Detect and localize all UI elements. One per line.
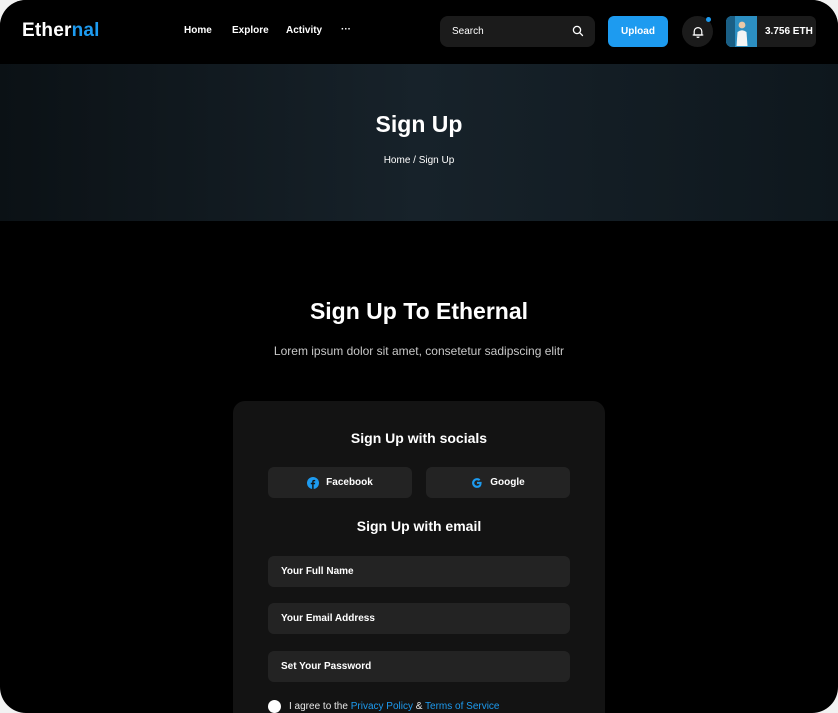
upload-button[interactable]: Upload [608,16,668,47]
hero-title: Sign Up [375,111,463,137]
agree-text: I agree to the Privacy Policy & Terms of… [289,701,500,712]
email-input[interactable] [281,612,551,625]
page-frame: Ethernal Home Explore Activity ··· Uploa… [0,0,838,713]
agree-checkbox[interactable] [268,699,281,713]
nav-home[interactable]: Home [184,25,212,36]
search-icon[interactable] [572,25,584,37]
wallet-button[interactable]: 3.756 ETH [726,16,816,47]
nav-explore[interactable]: Explore [232,25,269,36]
password-field [268,651,570,682]
search-box [440,16,595,47]
page-subtitle: Lorem ipsum dolor sit amet, consetetur s… [273,344,565,358]
bell-icon [692,26,703,38]
google-label: Google [490,477,525,488]
socials-heading: Sign Up with socials [350,430,488,446]
page-title: Sign Up To Ethernal [309,298,529,324]
agree-prefix: I agree to the [289,700,348,712]
google-icon [472,477,482,488]
ampersand: & [415,700,423,712]
page-hero: Sign Up Home / Sign Up [0,64,838,221]
breadcrumb[interactable]: Home / Sign Up [0,155,838,166]
nav-activity[interactable]: Activity [286,25,322,36]
search-input[interactable] [452,24,562,38]
signup-card: Sign Up with socials Facebook Google Sig… [233,401,605,713]
google-button[interactable]: Google [426,467,570,498]
avatar-image [726,16,757,47]
logo[interactable]: Ethernal [22,20,100,42]
logo-main: Ether [22,20,72,41]
email-field [268,603,570,634]
terms-agreement: I agree to the Privacy Policy & Terms of… [268,699,500,713]
wallet-balance: 3.756 ETH [765,26,813,37]
avatar [726,16,757,47]
facebook-icon [307,476,320,489]
logo-accent: nal [71,20,100,41]
facebook-button[interactable]: Facebook [268,467,412,498]
privacy-policy-link[interactable]: Privacy Policy [351,701,413,712]
password-input[interactable] [281,660,551,673]
full-name-field [268,556,570,587]
terms-of-service-link[interactable]: Terms of Service [425,701,499,712]
notifications-button[interactable] [682,16,713,47]
full-name-input[interactable] [281,565,551,578]
notification-dot [706,17,711,22]
top-header: Ethernal Home Explore Activity ··· Uploa… [0,0,838,64]
nav-more[interactable]: ··· [341,24,351,35]
email-heading: Sign Up with email [356,518,482,534]
facebook-label: Facebook [326,477,373,488]
